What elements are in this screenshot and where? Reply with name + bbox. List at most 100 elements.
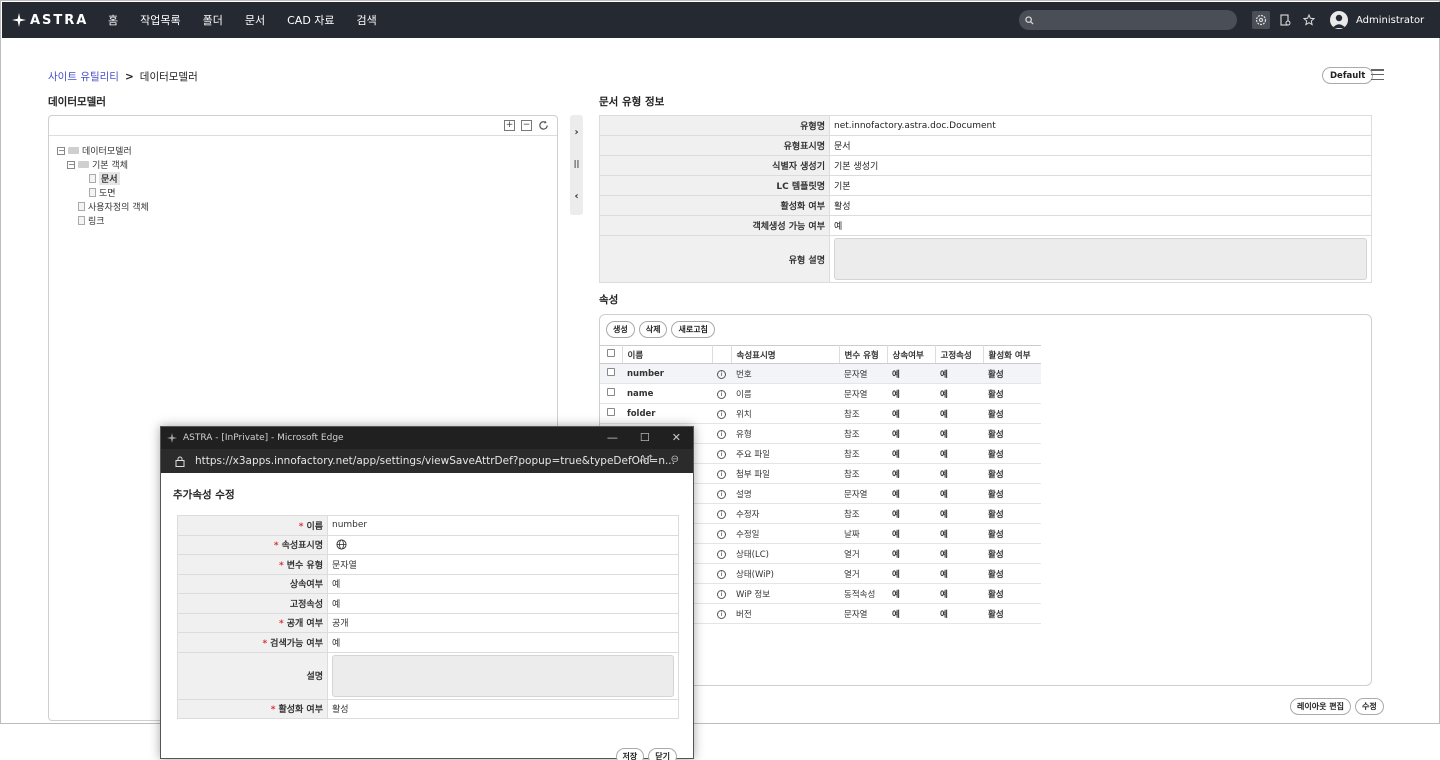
col-header-name[interactable]: 이름 <box>622 345 713 364</box>
info-icon[interactable]: i <box>717 409 726 419</box>
logo-text: ASTRA <box>30 12 89 28</box>
table-row[interactable]: name i 이름 문자열 예 예 활성 <box>600 383 1041 404</box>
menu-item-document[interactable]: 문서 <box>245 12 265 28</box>
attr-fixed: 예 <box>935 423 983 444</box>
col-header-display[interactable]: 속성표시명 <box>731 345 840 364</box>
chevron-right-icon[interactable]: › <box>570 127 583 141</box>
info-icon[interactable]: i <box>717 389 726 399</box>
attributes-title: 속성 <box>599 294 619 306</box>
save-button[interactable]: 저장 <box>615 748 645 760</box>
popup-address-bar[interactable]: https://x3apps.innofactory.net/app/setti… <box>161 449 693 473</box>
info-icon[interactable]: i <box>717 429 726 439</box>
splitter-handle-icon[interactable]: || <box>570 159 583 173</box>
menu-item-worklist[interactable]: 작업목록 <box>140 12 180 28</box>
file-icon <box>78 202 85 211</box>
refresh-button[interactable]: 새로고침 <box>671 321 715 338</box>
info-cell: i <box>712 423 731 444</box>
user-menu[interactable]: Administrator <box>1330 11 1424 29</box>
form-label-cell: 상속여부 <box>177 573 328 594</box>
info-icon[interactable]: i <box>717 549 726 559</box>
tree-node-label: 데이터모델러 <box>82 147 132 157</box>
collapse-toggle-icon[interactable]: − <box>67 160 75 169</box>
tree-node-root[interactable]: − 데이터모델러 <box>57 144 132 157</box>
tree-node-custom-object[interactable]: 사용자정의 객체 <box>78 200 149 213</box>
minimize-icon[interactable]: — <box>607 431 618 444</box>
description-field[interactable] <box>332 654 674 697</box>
info-icon[interactable]: i <box>717 369 726 379</box>
select-all-checkbox[interactable] <box>607 349 615 357</box>
collapse-toggle-icon[interactable]: − <box>57 146 65 155</box>
attributes-panel: 생성 삭제 새로고침 이름 속성표시명 변수 유형 상속여부 고정속성 활성화 … <box>599 314 1372 686</box>
star-icon[interactable] <box>1300 11 1318 29</box>
info-value: 문서 <box>829 135 1372 156</box>
info-icon[interactable]: i <box>717 449 726 459</box>
popup-url: https://x3apps.innofactory.net/app/setti… <box>195 455 675 467</box>
col-header-type[interactable]: 변수 유형 <box>839 345 888 364</box>
breadcrumb-parent[interactable]: 사이트 유틸리티 <box>48 69 119 84</box>
default-layout-button[interactable]: Default <box>1322 67 1374 84</box>
attr-type: 문자열 <box>839 603 887 624</box>
col-header-inherit[interactable]: 상속여부 <box>887 345 936 364</box>
form-row: * 이름 number <box>177 515 679 536</box>
edit-button[interactable]: 수정 <box>1354 698 1384 715</box>
form-value-cell <box>327 651 679 700</box>
info-icon[interactable]: i <box>717 569 726 579</box>
tree-node-link[interactable]: 링크 <box>78 214 105 227</box>
row-checkbox[interactable] <box>607 388 615 396</box>
refresh-icon[interactable] <box>538 120 549 131</box>
expand-all-icon[interactable]: + <box>504 120 515 131</box>
maximize-icon[interactable]: ☐ <box>640 431 650 444</box>
logo[interactable]: ASTRA <box>12 13 94 28</box>
attr-active: 활성 <box>983 403 1041 424</box>
close-icon[interactable]: ✕ <box>672 431 681 444</box>
global-search-input[interactable] <box>1019 10 1237 30</box>
row-checkbox-cell <box>600 363 622 384</box>
menu-item-home[interactable]: 홈 <box>108 12 118 28</box>
row-checkbox[interactable] <box>607 408 615 416</box>
tree-node-base-object[interactable]: − 기본 객체 <box>67 158 128 171</box>
delete-button[interactable]: 삭제 <box>638 321 668 338</box>
attr-fixed: 예 <box>935 583 983 604</box>
info-label: 유형 설명 <box>599 235 830 283</box>
attr-name: number <box>622 363 712 384</box>
chevron-left-icon[interactable]: ‹ <box>570 191 583 205</box>
layout-edit-button[interactable]: 레이아웃 편집 <box>1290 698 1351 715</box>
col-header-fixed[interactable]: 고정속성 <box>935 345 984 364</box>
menu-item-cad[interactable]: CAD 자료 <box>287 12 334 28</box>
attr-display-name: 설명 <box>731 483 839 504</box>
row-checkbox[interactable] <box>607 368 615 376</box>
info-icon[interactable]: i <box>717 469 726 479</box>
tree-node-document[interactable]: 문서 <box>89 172 120 185</box>
info-row: 유형 설명 <box>599 235 1372 283</box>
zoom-icon[interactable]: ⊖ <box>671 454 679 465</box>
col-header-active[interactable]: 활성화 여부 <box>983 345 1041 364</box>
form-label-cell: * 이름 <box>177 515 328 536</box>
table-row[interactable]: number i 번호 문자열 예 예 활성 <box>600 363 1041 384</box>
info-cell: i <box>712 443 731 464</box>
info-icon[interactable]: i <box>717 529 726 539</box>
tree-node-drawing[interactable]: 도면 <box>89 186 116 199</box>
menu-item-folder[interactable]: 폴더 <box>203 12 223 28</box>
form-value: 공개 <box>327 612 679 633</box>
menu-item-search[interactable]: 검색 <box>357 12 377 28</box>
close-button[interactable]: 닫기 <box>648 748 677 760</box>
collapse-all-icon[interactable]: − <box>521 120 532 131</box>
row-checkbox-cell <box>600 383 622 404</box>
attr-active: 활성 <box>983 363 1041 384</box>
create-button[interactable]: 생성 <box>606 321 635 338</box>
info-icon[interactable]: i <box>717 489 726 499</box>
document-settings-icon[interactable] <box>1276 11 1294 29</box>
table-row[interactable]: folder i 위치 참조 예 예 활성 <box>600 403 1041 424</box>
settings-icon[interactable] <box>1252 11 1270 29</box>
info-icon[interactable]: i <box>717 609 726 619</box>
hamburger-menu-icon[interactable] <box>1371 69 1384 80</box>
form-value: 활성 <box>327 698 679 719</box>
read-aloud-icon[interactable]: A↑ <box>639 454 654 465</box>
info-cell: i <box>712 583 731 604</box>
info-icon[interactable]: i <box>717 589 726 599</box>
panel-splitter[interactable]: › || ‹ <box>570 115 583 215</box>
info-icon[interactable]: i <box>717 509 726 519</box>
attr-fixed: 예 <box>935 523 983 544</box>
globe-icon[interactable] <box>336 539 347 550</box>
form-label-cell: 고정속성 <box>177 593 328 614</box>
